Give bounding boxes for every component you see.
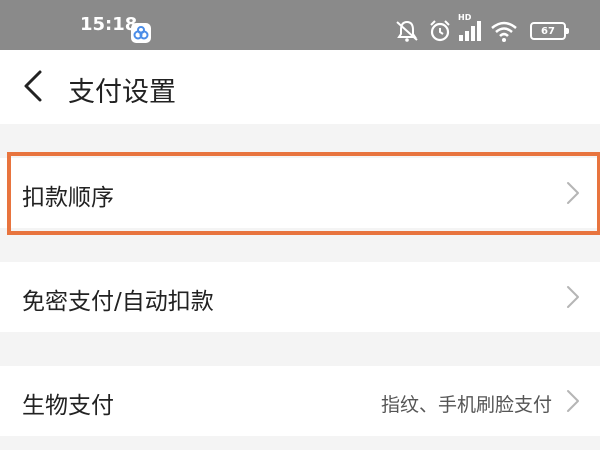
battery-icon: 67: [530, 22, 569, 40]
settings-item-value: 指纹、手机刷脸支付: [380, 394, 552, 416]
status-bar: 15:18 HD 67: [0, 0, 600, 50]
settings-item-deduction-order[interactable]: 扣款顺序: [0, 158, 600, 228]
app-notification-icon: [131, 23, 151, 43]
settings-item-biometric-payment[interactable]: 生物支付 指纹、手机刷脸支付: [0, 366, 600, 436]
page-title: 支付设置: [68, 77, 176, 108]
chevron-right-icon: [567, 182, 579, 204]
chevron-right-icon: [567, 286, 579, 308]
settings-item-label: 扣款顺序: [22, 185, 114, 211]
settings-item-label: 免密支付/自动扣款: [22, 289, 214, 315]
payment-settings-screen: 15:18 HD 67 支付设置 扣款顺序 免密支付/自动扣款 生物支付 指纹、…: [0, 0, 600, 450]
battery-level: 67: [541, 25, 555, 37]
settings-item-password-free-payment[interactable]: 免密支付/自动扣款: [0, 262, 600, 332]
signal-icon: HD: [458, 13, 484, 43]
status-icons: HD 67: [394, 13, 569, 43]
status-time: 15:18: [80, 14, 138, 35]
chevron-right-icon: [567, 390, 579, 412]
chevron-left-icon: [24, 70, 42, 102]
alarm-icon: [428, 19, 452, 43]
wifi-icon: [490, 19, 518, 43]
settings-item-label: 生物支付: [22, 393, 114, 419]
network-type-label: HD: [458, 13, 472, 22]
back-button[interactable]: [16, 68, 52, 104]
mute-icon: [394, 19, 420, 43]
navigation-bar: 支付设置: [0, 50, 600, 124]
